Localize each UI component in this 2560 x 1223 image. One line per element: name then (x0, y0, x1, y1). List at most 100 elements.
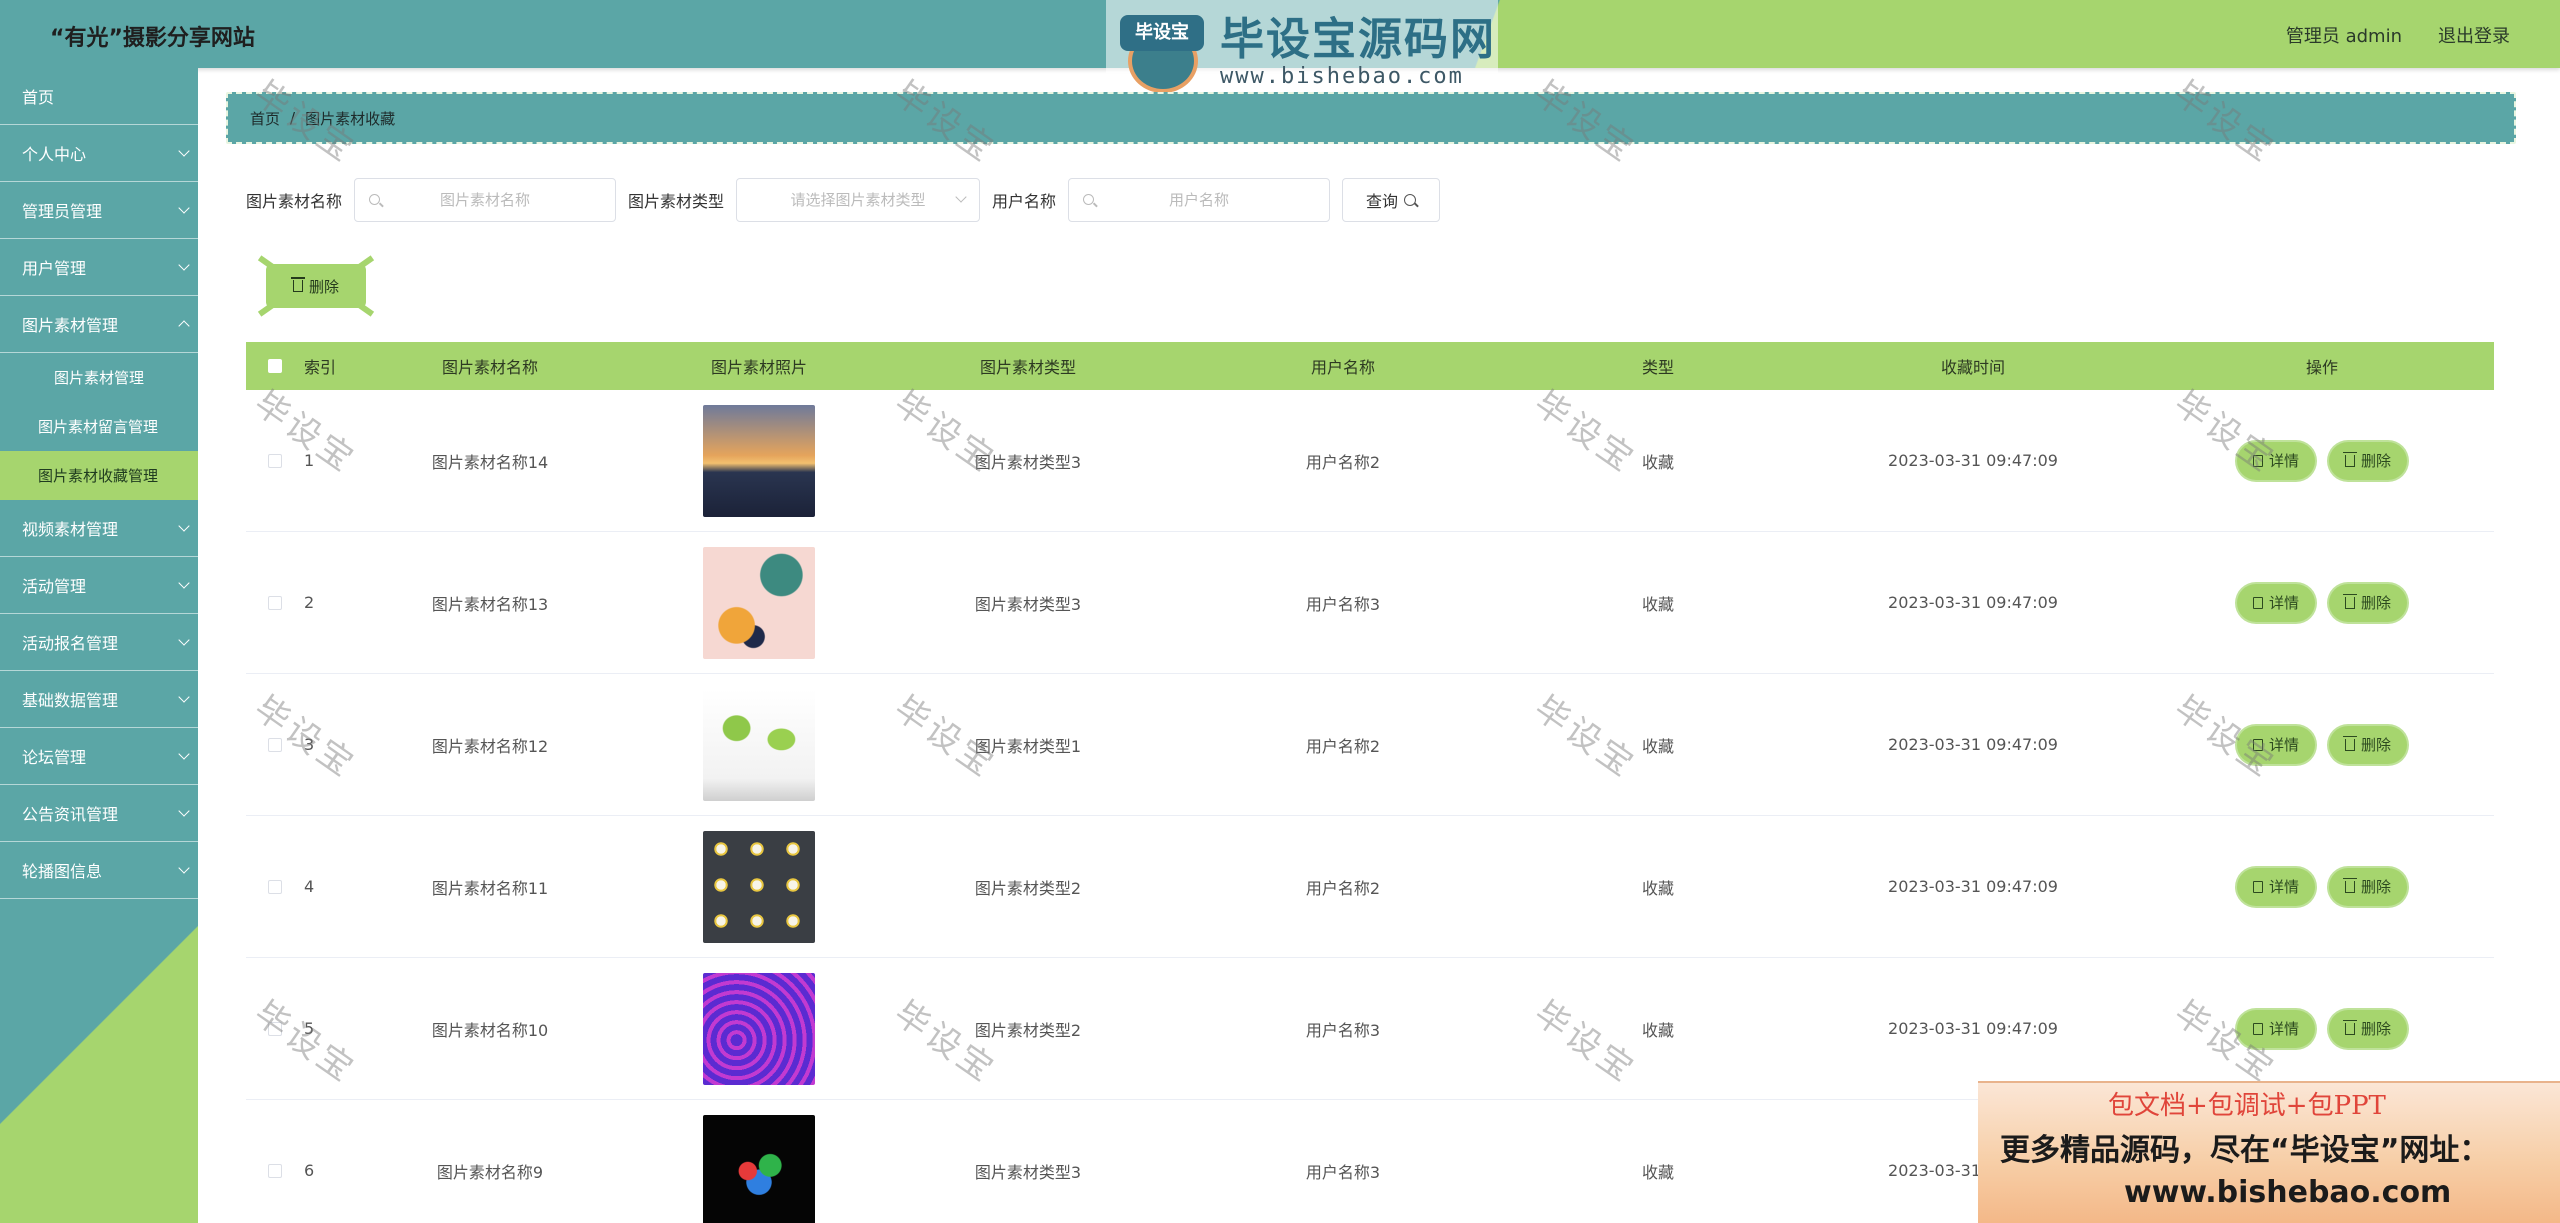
sidebar-item-label: 公告资讯管理 (22, 805, 119, 824)
row-time: 2023-03-31 09:47:09 (1888, 735, 2058, 754)
delete-button[interactable]: 删除 (2329, 441, 2408, 480)
row-index: 4 (304, 877, 315, 896)
chevron-down-icon (178, 202, 190, 214)
row-photo-thumbnail[interactable] (703, 830, 815, 943)
trash-icon (290, 277, 305, 292)
select-all-checkbox[interactable] (268, 359, 282, 373)
search-icon (369, 194, 381, 205)
bulk-delete-label: 删除 (308, 277, 339, 296)
delete-button-label: 删除 (2361, 1020, 2392, 1038)
sidebar-subitem-image-favorites[interactable]: 图片素材收藏管理 (0, 451, 198, 500)
header-name: 图片素材名称 (441, 358, 538, 377)
sidebar-item-label: 轮播图信息 (22, 862, 103, 881)
user-filter-placeholder: 用户名称 (1169, 191, 1230, 209)
sidebar-item-video-material[interactable]: 视频素材管理 (0, 500, 198, 557)
row-checkbox[interactable] (268, 595, 282, 610)
row-time: 2023-03-31 09:47:09 (1888, 451, 2058, 470)
row-checkbox[interactable] (268, 879, 282, 894)
row-photo-thumbnail[interactable] (703, 546, 815, 659)
breadcrumb-home[interactable]: 首页 (250, 108, 280, 129)
row-photo-thumbnail[interactable] (703, 404, 815, 517)
row-user: 用户名称2 (1305, 736, 1381, 756)
sidebar-subitem-image-comments[interactable]: 图片素材留言管理 (0, 402, 198, 451)
delete-button-label: 删除 (2361, 594, 2392, 612)
chevron-down-icon (178, 520, 190, 532)
user-filter-input[interactable]: 用户名称 (1068, 178, 1331, 222)
sidebar-item-news[interactable]: 公告资讯管理 (0, 785, 198, 842)
sidebar-item-label: 管理员管理 (22, 202, 103, 221)
row-photo-thumbnail[interactable] (703, 1114, 815, 1223)
chevron-up-icon (178, 320, 190, 332)
detail-button[interactable]: 详情 (2236, 441, 2315, 480)
sidebar-item-profile[interactable]: 个人中心 (0, 125, 198, 182)
delete-button[interactable]: 删除 (2329, 867, 2408, 906)
sidebar-item-forum[interactable]: 论坛管理 (0, 728, 198, 785)
row-index: 6 (304, 1161, 315, 1180)
row-index: 2 (304, 593, 315, 612)
row-photo-thumbnail[interactable] (703, 688, 815, 801)
breadcrumb-separator: / (290, 109, 296, 127)
sidebar-item-activity-signup[interactable]: 活动报名管理 (0, 614, 198, 671)
header-photo: 图片素材照片 (710, 358, 807, 377)
document-icon (2252, 738, 2263, 751)
row-checkbox[interactable] (268, 737, 282, 752)
row-kind: 收藏 (1641, 878, 1674, 898)
sidebar-item-label: 用户管理 (22, 259, 87, 278)
sidebar-item-image-material[interactable]: 图片素材管理 (0, 296, 198, 353)
row-kind: 收藏 (1641, 736, 1674, 756)
sidebar-item-base-data[interactable]: 基础数据管理 (0, 671, 198, 728)
row-name: 图片素材名称14 (431, 452, 549, 472)
sidebar-subitem-label: 图片素材收藏管理 (38, 467, 159, 485)
sidebar-item-label: 活动管理 (22, 577, 87, 596)
promo-banner[interactable]: 包文档+包调试+包PPT 更多精品源码，尽在“毕设宝”网址： www.bishe… (1978, 1081, 2560, 1223)
trash-icon (2343, 593, 2357, 609)
name-filter-input[interactable]: 图片素材名称 (354, 178, 617, 222)
row-checkbox[interactable] (268, 1021, 282, 1036)
chevron-down-icon (178, 259, 190, 271)
type-filter-select[interactable]: 请选择图片素材类型 (736, 178, 981, 222)
sidebar-item-carousel[interactable]: 轮播图信息 (0, 842, 198, 899)
delete-button-label: 删除 (2361, 878, 2392, 896)
search-icon (1404, 194, 1417, 206)
sidebar-item-activities[interactable]: 活动管理 (0, 557, 198, 614)
sidebar-item-users[interactable]: 用户管理 (0, 239, 198, 296)
delete-button[interactable]: 删除 (2329, 1009, 2408, 1048)
search-form: 图片素材名称 图片素材名称 图片素材类型 请选择图片素材类型 用户名称 用户名称… (246, 178, 1441, 222)
logout-link[interactable]: 退出登录 (2438, 22, 2510, 48)
watermark-brand-cn: 毕设宝源码网 (1220, 13, 1496, 65)
detail-button[interactable]: 详情 (2236, 725, 2315, 764)
header-user-area: 管理员 admin 退出登录 (2286, 22, 2510, 48)
detail-button-label: 详情 (2268, 1020, 2299, 1038)
row-checkbox[interactable] (268, 1163, 282, 1178)
detail-button[interactable]: 详情 (2236, 583, 2315, 622)
row-name: 图片素材名称9 (436, 1162, 544, 1182)
delete-button[interactable]: 删除 (2329, 725, 2408, 764)
row-photo-thumbnail[interactable] (703, 972, 815, 1085)
row-checkbox[interactable] (268, 453, 282, 468)
row-type: 图片素材类型3 (974, 452, 1082, 472)
row-type: 图片素材类型2 (974, 1020, 1082, 1040)
row-actions: 详情 删除 (2150, 583, 2494, 622)
sidebar-item-admin[interactable]: 管理员管理 (0, 182, 198, 239)
admin-user-label[interactable]: 管理员 admin (2286, 22, 2402, 48)
detail-button[interactable]: 详情 (2236, 867, 2315, 906)
sidebar-subitem-image-material[interactable]: 图片素材管理 (0, 353, 198, 402)
delete-button[interactable]: 删除 (2329, 583, 2408, 622)
query-button[interactable]: 查询 (1342, 178, 1441, 222)
sidebar-subitem-label: 图片素材留言管理 (38, 418, 159, 436)
row-type: 图片素材类型3 (974, 594, 1082, 614)
promo-line-1: 包文档+包调试+包PPT (2108, 1091, 2386, 1121)
row-time: 2023-03-31 09:47:09 (1888, 1019, 2058, 1038)
row-user: 用户名称3 (1305, 1162, 1381, 1182)
trash-icon (2343, 451, 2357, 467)
table-row: 5 图片素材名称10 图片素材类型2 用户名称3 收藏 2023-03-31 0… (246, 958, 2494, 1100)
header-user: 用户名称 (1310, 358, 1375, 377)
sidebar-item-label: 图片素材管理 (22, 316, 119, 335)
sidebar-item-label: 论坛管理 (22, 748, 87, 767)
row-index: 3 (304, 735, 315, 754)
breadcrumb: 首页 / 图片素材收藏 (226, 92, 2516, 144)
sidebar-item-home[interactable]: 首页 (0, 68, 198, 125)
bulk-delete-button[interactable]: 删除 (257, 255, 375, 317)
detail-button[interactable]: 详情 (2236, 1009, 2315, 1048)
table-row: 1 图片素材名称14 图片素材类型3 用户名称2 收藏 2023-03-31 0… (246, 390, 2494, 532)
